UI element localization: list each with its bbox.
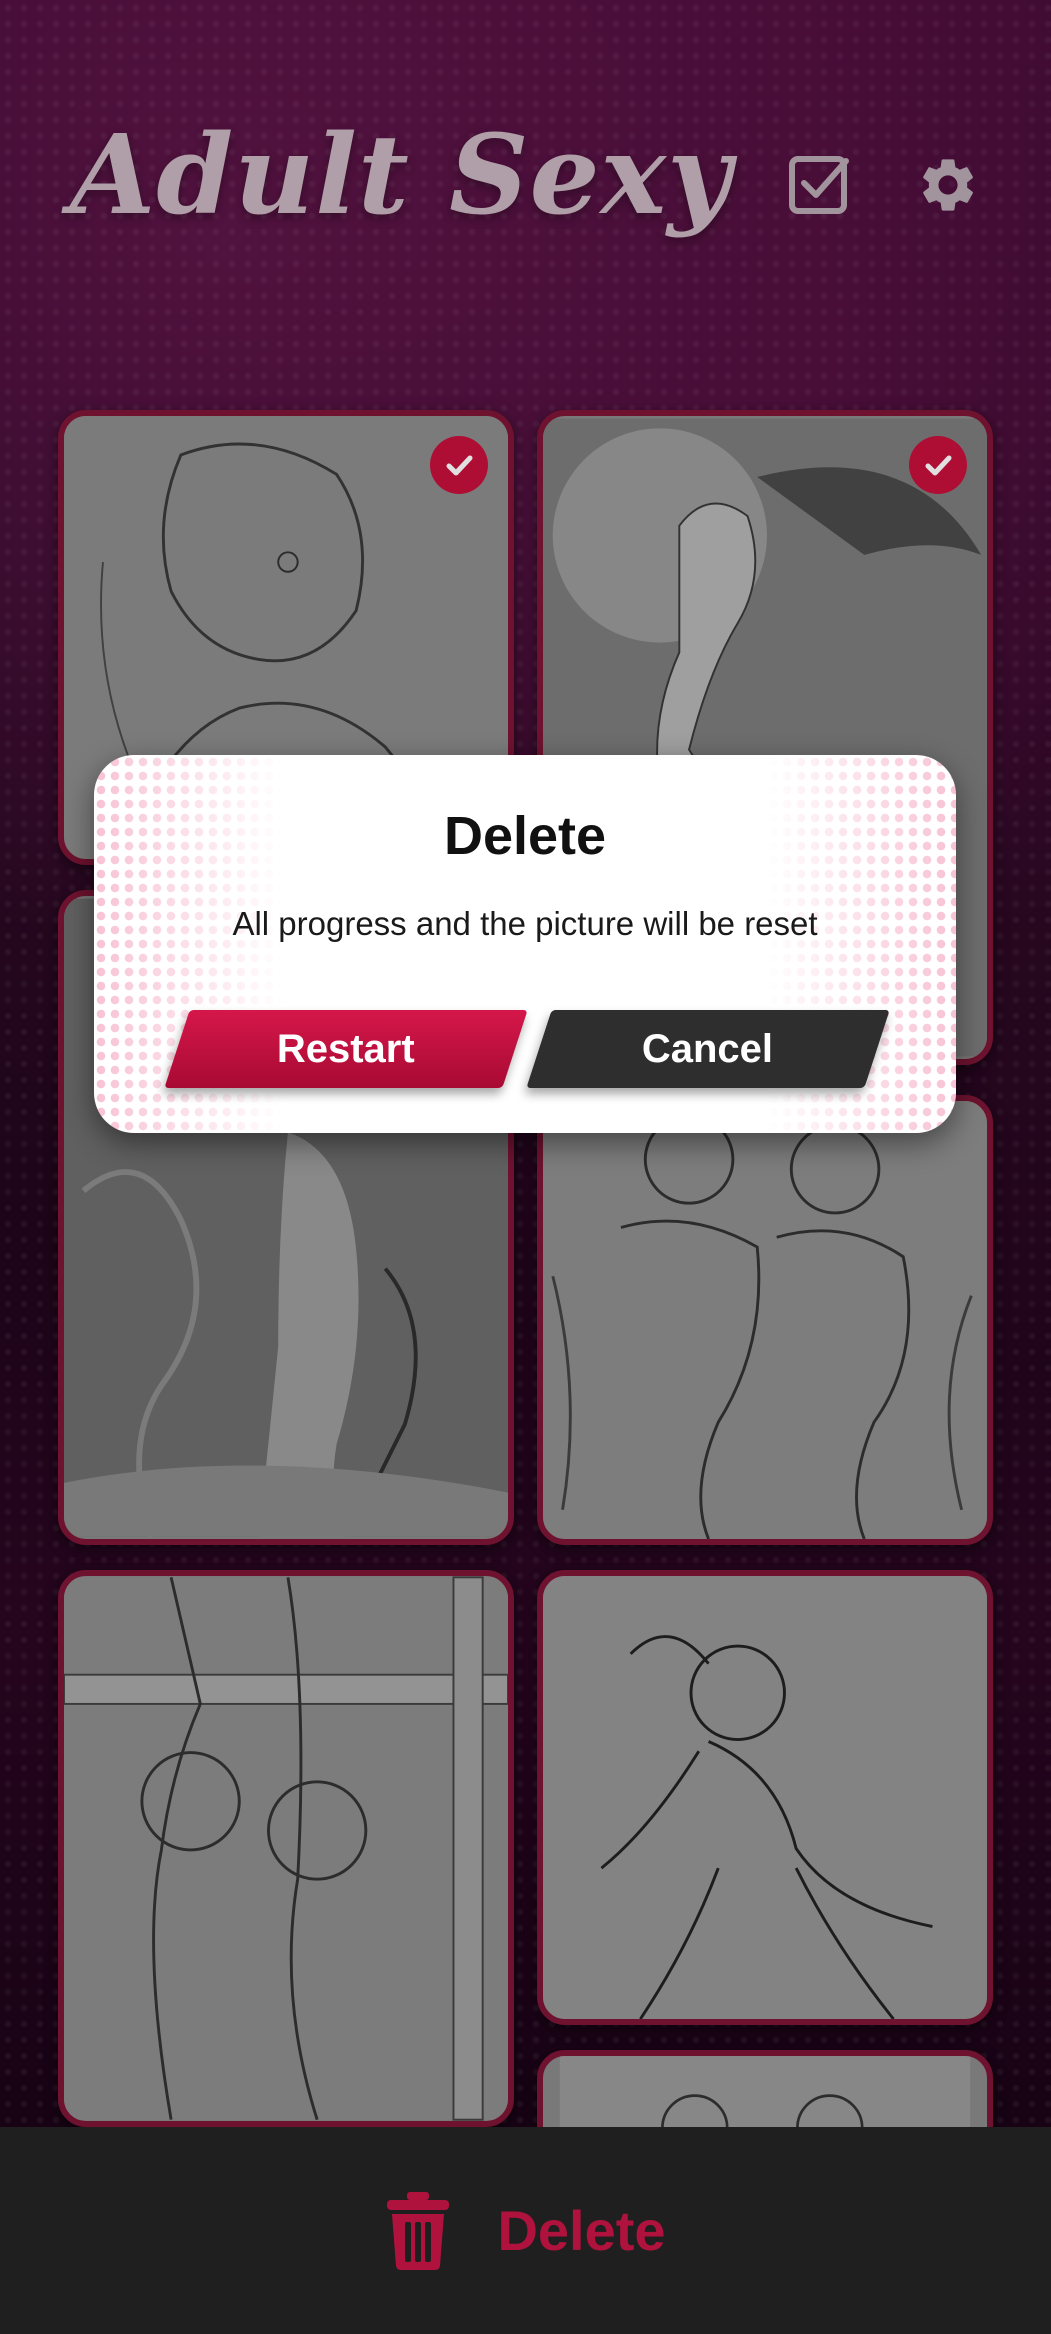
cancel-button[interactable]: Cancel [526, 1010, 890, 1088]
delete-button[interactable]: Delete [0, 2127, 1051, 2334]
restart-button[interactable]: Restart [164, 1010, 528, 1088]
delete-label: Delete [497, 2199, 666, 2262]
delete-dialog: Delete All progress and the picture will… [94, 755, 956, 1133]
modal-scrim[interactable] [0, 0, 1051, 2334]
bottom-action-bar: Delete [0, 2127, 1051, 2334]
restart-button-label: Restart [277, 1026, 415, 1071]
dialog-message: All progress and the picture will be res… [232, 905, 818, 942]
trash-icon [387, 2191, 450, 2270]
dialog-title: Delete [443, 806, 607, 866]
cancel-button-label: Cancel [642, 1026, 774, 1071]
